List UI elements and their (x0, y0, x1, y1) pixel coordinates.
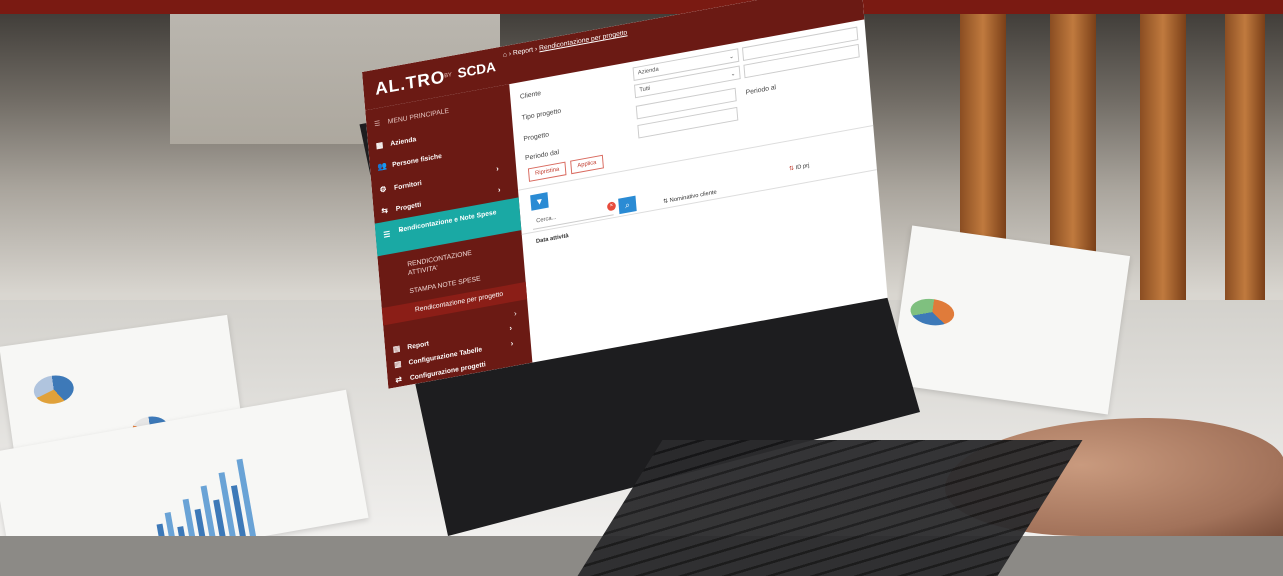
periodo-dal-label: Periodo dal (524, 149, 560, 163)
menu-heading: ☰ MENU PRINCIPALE (373, 107, 450, 129)
people-icon: 👥 (377, 161, 388, 172)
ripristina-button[interactable]: Ripristina (527, 161, 567, 182)
chevron-down-icon: ⌄ (728, 53, 735, 61)
right-paper (889, 225, 1131, 415)
background-column (1140, 14, 1186, 324)
sidebar: ☰ MENU PRINCIPALE ▦ Azienda 👥 Persone fisi… (365, 84, 533, 389)
background-column (1225, 14, 1265, 324)
progetto-label: Progetto (523, 131, 550, 143)
table-icon: ▥ (393, 359, 402, 370)
filter-icon: ▼ (534, 195, 545, 208)
sidebar-item-persone-fisiche[interactable]: 👥 Persone fisiche (377, 151, 442, 171)
supplier-icon: ⚙ (379, 184, 387, 195)
chevron-right-icon: › (510, 338, 514, 348)
laptop: AL.TRO BY SCDA ⌂ › Report › Rendicontazi… (330, 0, 1083, 576)
applica-button[interactable]: Applica (570, 154, 604, 175)
logo-brand: SCDA (456, 58, 497, 81)
filter-button[interactable]: ▼ (530, 192, 549, 211)
logo-by: BY (444, 72, 453, 80)
sub-item-rendicontazione-attivita[interactable]: RENDICONTAZIONE ATTIVITA' (407, 245, 495, 278)
chevron-right-icon: › (495, 164, 500, 174)
column-data-attivita[interactable]: Data attività (536, 233, 569, 245)
project-icon: ⇆ (381, 205, 389, 216)
top-bar (0, 0, 1283, 14)
chevron-right-icon: › (509, 323, 513, 333)
clear-icon[interactable]: × (606, 201, 617, 212)
breadcrumb-report[interactable]: Report (513, 47, 534, 57)
search-button[interactable]: ⌕ (618, 195, 637, 215)
cliente-label: Cliente (519, 90, 542, 101)
chevron-right-icon: › (497, 185, 501, 195)
tipo-progetto-label: Tipo progetto (521, 107, 562, 122)
chevron-down-icon: ⌄ (730, 71, 736, 78)
chevron-right-icon: › (513, 308, 517, 319)
keyboard (577, 440, 1083, 576)
pie-chart-graphic (32, 373, 76, 407)
config-icon: ⇄ (395, 374, 403, 385)
hamburger-icon[interactable]: ☰ (374, 120, 381, 128)
column-id-prj[interactable]: ⇅ ID prj (789, 162, 810, 172)
search-icon: ⌕ (624, 199, 631, 211)
home-icon[interactable]: ⌂ (503, 51, 508, 58)
logo: AL.TRO (374, 66, 446, 99)
sidebar-item-azienda[interactable]: ▦ Azienda (376, 134, 417, 150)
sub-item-rendicontazione-progetto[interactable]: Rendicontazione per progetto (381, 281, 528, 326)
periodo-al-label: Periodo al (745, 84, 777, 97)
document-icon: ▤ (392, 343, 401, 354)
building-icon: ▦ (375, 140, 384, 151)
divider (518, 125, 874, 191)
